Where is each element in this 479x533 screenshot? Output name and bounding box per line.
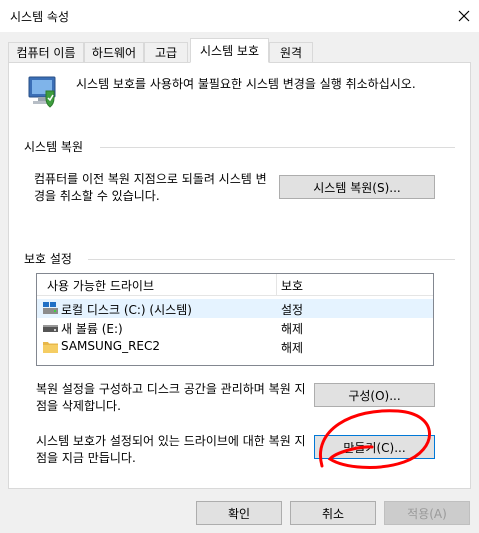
create-button[interactable]: 만들기(C)... bbox=[314, 435, 435, 459]
drive-status: 해제 bbox=[281, 341, 304, 355]
configure-button[interactable]: 구성(O)... bbox=[314, 383, 435, 407]
apply-button[interactable]: 적용(A) bbox=[384, 501, 470, 525]
table-row[interactable]: 로컬 디스크 (C:) (시스템) 설정 bbox=[37, 299, 433, 318]
column-header-protection[interactable]: 보호 bbox=[281, 277, 303, 294]
protection-settings-separator bbox=[88, 259, 455, 260]
table-row[interactable]: 새 볼륨 (E:) 해제 bbox=[37, 318, 433, 337]
system-restore-button[interactable]: 시스템 복원(S)... bbox=[279, 175, 435, 199]
tab-hardware[interactable]: 하드웨어 bbox=[84, 42, 144, 62]
drive-name: 새 볼륨 (E:) bbox=[61, 322, 123, 336]
system-protection-icon bbox=[24, 74, 60, 110]
close-icon bbox=[458, 10, 469, 22]
system-drive-icon bbox=[43, 302, 58, 314]
drive-status: 해제 bbox=[281, 322, 304, 336]
tab-remote[interactable]: 원격 bbox=[269, 42, 313, 62]
drive-name: 로컬 디스크 (C:) (시스템) bbox=[61, 303, 192, 317]
table-row[interactable]: SAMSUNG_REC2 해제 bbox=[37, 337, 433, 356]
drive-status: 설정 bbox=[281, 303, 304, 317]
tab-system-protection[interactable]: 시스템 보호 bbox=[190, 38, 269, 63]
title-bar bbox=[0, 0, 479, 32]
drive-icon bbox=[43, 325, 58, 332]
drives-list-header: 사용 가능한 드라이브 보호 bbox=[37, 274, 433, 296]
system-restore-description: 컴퓨터를 이전 복원 지점으로 되돌려 시스템 변경을 취소할 수 있습니다. bbox=[34, 172, 267, 203]
column-header-drives[interactable]: 사용 가능한 드라이브 bbox=[47, 277, 154, 294]
drives-list[interactable]: 사용 가능한 드라이브 보호 로컬 디스크 (C:) (시스템) 설정 새 볼륨… bbox=[36, 273, 434, 366]
cancel-button[interactable]: 취소 bbox=[290, 501, 376, 525]
protection-settings-group-label: 보호 설정 bbox=[24, 250, 72, 267]
window-title: 시스템 속성 bbox=[10, 10, 70, 24]
tab-computer-name[interactable]: 컴퓨터 이름 bbox=[8, 42, 84, 62]
folder-icon bbox=[43, 342, 58, 353]
drive-name: SAMSUNG_REC2 bbox=[61, 339, 161, 353]
close-button[interactable] bbox=[448, 0, 479, 32]
intro-text: 시스템 보호를 사용하여 불필요한 시스템 변경을 실행 취소하십시오. bbox=[76, 77, 416, 91]
system-restore-group-label: 시스템 복원 bbox=[24, 138, 84, 155]
ok-button[interactable]: 확인 bbox=[196, 501, 282, 525]
column-divider bbox=[276, 274, 277, 295]
create-description: 시스템 보호가 설정되어 있는 드라이브에 대한 복원 지점을 지금 만듭니다. bbox=[36, 434, 306, 465]
configure-description: 복원 설정을 구성하고 디스크 공간을 관리하며 복원 지점을 삭제합니다. bbox=[36, 382, 306, 413]
system-restore-separator bbox=[100, 147, 455, 148]
tab-advanced[interactable]: 고급 bbox=[144, 42, 188, 62]
